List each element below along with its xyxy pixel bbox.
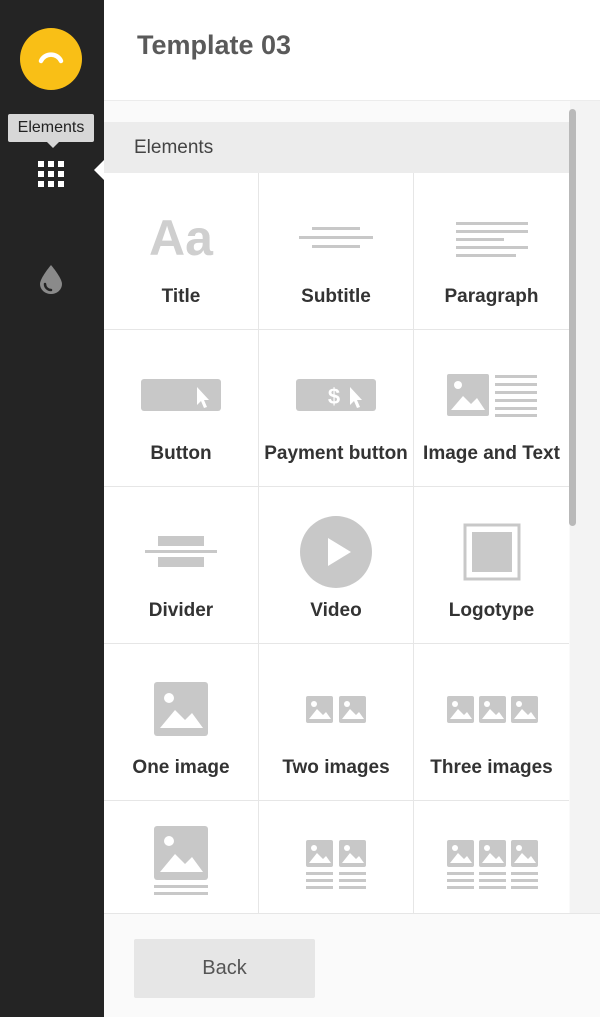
sidebar: Elements xyxy=(0,0,104,1017)
image-and-text-icon xyxy=(446,374,537,417)
subtitle-icon xyxy=(299,227,373,248)
two-images-icon xyxy=(306,696,366,723)
scrollbar-thumb[interactable] xyxy=(569,109,576,526)
tile-label: One image xyxy=(132,757,230,778)
paragraph-icon xyxy=(455,222,528,257)
divider-icon xyxy=(145,536,217,567)
payment-button-icon: $ xyxy=(296,379,376,411)
three-images-with-caption-icon xyxy=(446,840,538,889)
sidebar-item-elements[interactable] xyxy=(38,161,64,187)
three-images-icon xyxy=(446,696,538,723)
tile-label: Video xyxy=(310,600,362,621)
image-with-caption-icon xyxy=(154,826,208,895)
active-item-pointer xyxy=(94,160,104,180)
tile-label: Button xyxy=(150,443,212,464)
element-tile-image-with-caption[interactable] xyxy=(104,801,259,913)
header: Template 03 xyxy=(104,0,600,101)
tile-label: Subtitle xyxy=(301,286,371,307)
element-tile-three-images-with-caption[interactable] xyxy=(414,801,569,913)
app-logo[interactable] xyxy=(20,28,82,90)
title-icon: Aa xyxy=(149,210,214,266)
svg-text:$: $ xyxy=(328,384,340,409)
element-tile-image-and-text[interactable]: Image and Text xyxy=(414,330,569,487)
elements-tooltip: Elements xyxy=(8,114,94,148)
elements-panel: Elements Aa Title Subtitle Paragraph But… xyxy=(104,101,600,913)
tile-label: Three images xyxy=(430,757,553,778)
drop-icon xyxy=(40,265,62,294)
tile-label: Logotype xyxy=(448,600,535,621)
page-title: Template 03 xyxy=(137,30,292,60)
tile-label: Payment button xyxy=(264,443,408,464)
element-tile-payment-button[interactable]: $ Payment button xyxy=(259,330,414,487)
element-tile-two-images-with-caption[interactable] xyxy=(259,801,414,913)
element-tile-divider[interactable]: Divider xyxy=(104,487,259,644)
element-tile-one-image[interactable]: One image xyxy=(104,644,259,801)
logotype-icon xyxy=(463,523,520,581)
element-tile-subtitle[interactable]: Subtitle xyxy=(259,173,414,330)
video-icon xyxy=(300,516,372,588)
tile-label: Paragraph xyxy=(444,286,539,307)
element-tile-paragraph[interactable]: Paragraph xyxy=(414,173,569,330)
tile-label: Title xyxy=(161,286,201,307)
one-image-icon xyxy=(154,682,208,736)
back-button[interactable]: Back xyxy=(134,939,315,998)
tile-label: Image and Text xyxy=(423,443,560,464)
element-tile-title[interactable]: Aa Title xyxy=(104,173,259,330)
button-icon xyxy=(141,379,221,411)
element-tile-button[interactable]: Button xyxy=(104,330,259,487)
element-tile-two-images[interactable]: Two images xyxy=(259,644,414,801)
logo-arc-icon xyxy=(38,52,64,64)
element-tile-video[interactable]: Video xyxy=(259,487,414,644)
section-header: Elements xyxy=(104,122,570,173)
sidebar-item-styles[interactable] xyxy=(38,264,64,294)
footer: Back xyxy=(104,913,600,1017)
svg-text:Aa: Aa xyxy=(149,210,214,266)
grid-icon xyxy=(38,161,64,187)
element-tile-logotype[interactable]: Logotype xyxy=(414,487,569,644)
tile-label: Divider xyxy=(148,600,214,621)
elements-grid: Aa Title Subtitle Paragraph Button $ Pay… xyxy=(104,173,570,913)
tile-label: Two images xyxy=(282,757,390,778)
two-images-with-caption-icon xyxy=(306,840,366,889)
element-tile-three-images[interactable]: Three images xyxy=(414,644,569,801)
